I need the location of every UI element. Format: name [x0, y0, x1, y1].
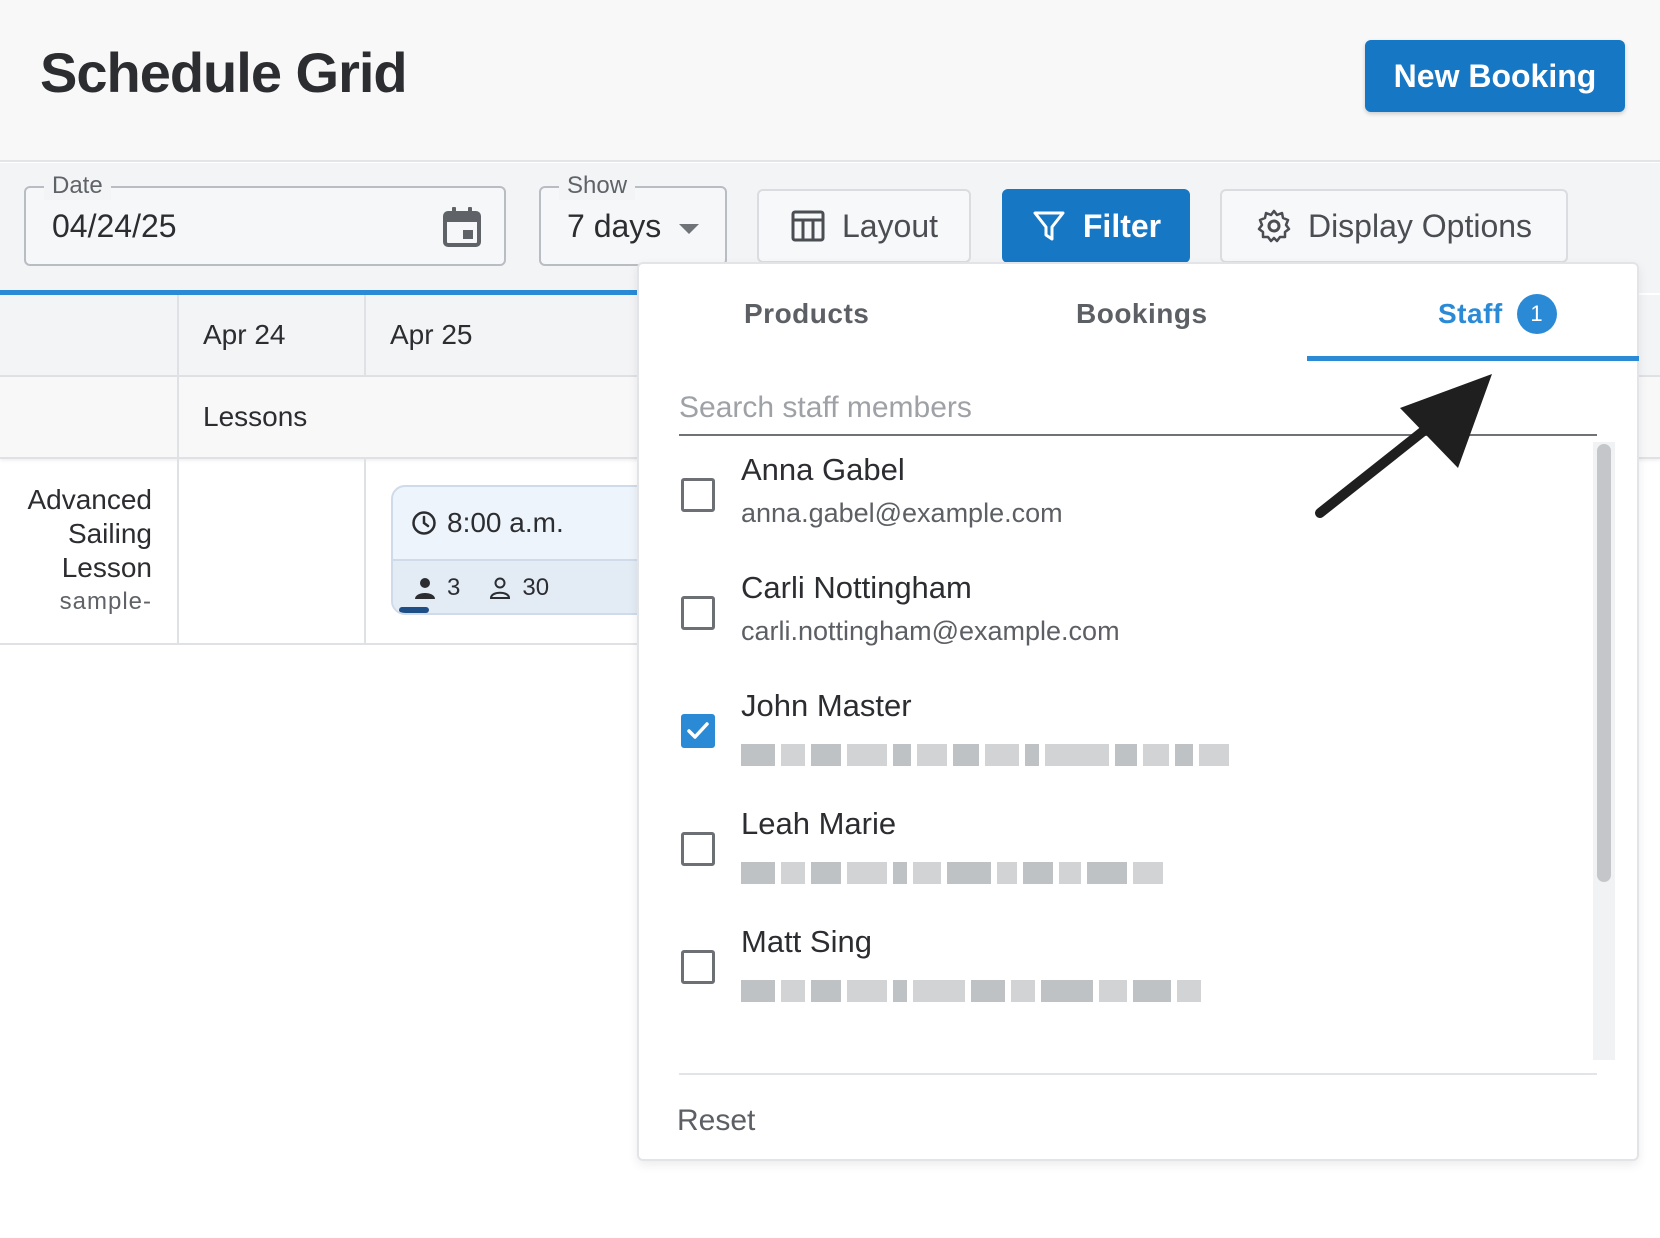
chevron-down-icon: [679, 224, 699, 234]
display-options-button[interactable]: Display Options: [1220, 189, 1568, 263]
grid-divider: [177, 295, 179, 645]
filter-tabs: Products Bookings Staff 1: [639, 264, 1639, 362]
booked-count: 3: [413, 574, 460, 602]
annotation-arrow-icon: [1315, 374, 1492, 518]
scrollbar-thumb[interactable]: [1597, 444, 1611, 882]
grid-divider: [364, 459, 366, 645]
redacted-email: [741, 862, 1163, 884]
column-header-apr-25: Apr 25: [390, 319, 473, 350]
staff-email: carli.nottingham@example.com: [741, 616, 1120, 646]
staff-email: anna.gabel@example.com: [741, 498, 1063, 528]
staff-item-john-master[interactable]: John Master: [679, 678, 1559, 788]
show-legend: Show: [559, 172, 636, 200]
tab-staff[interactable]: Staff 1: [1438, 294, 1557, 334]
staff-item-carli-nottingham[interactable]: Carli Nottingham carli.nottingham@exampl…: [679, 560, 1559, 670]
filter-button[interactable]: Filter: [1002, 189, 1190, 263]
checkbox-checked[interactable]: [681, 714, 715, 748]
reset-button[interactable]: Reset: [677, 1104, 755, 1138]
page-header: Schedule Grid New Booking: [0, 0, 1660, 162]
layout-button[interactable]: Layout: [757, 189, 971, 263]
category-label: Lessons: [203, 401, 308, 432]
filter-icon: [1033, 211, 1065, 241]
event-card[interactable]: 8:00 a.m. 3 30: [391, 485, 651, 615]
checkbox[interactable]: [681, 832, 715, 866]
date-field[interactable]: Date 04/24/25: [24, 172, 506, 266]
tab-products[interactable]: Products: [744, 298, 869, 330]
event-accent-bar: [399, 607, 429, 613]
column-header-apr-24: Apr 24: [203, 319, 286, 350]
grid-divider: [364, 295, 366, 377]
date-value: 04/24/25: [52, 208, 177, 244]
clock-icon: [412, 511, 436, 535]
display-options-label: Display Options: [1307, 207, 1533, 244]
redacted-email: [741, 980, 1201, 1002]
active-tab-indicator: [1307, 356, 1639, 361]
staff-item-leah-marie[interactable]: Leah Marie: [679, 796, 1559, 906]
person-outline-icon: [490, 577, 511, 599]
tab-bookings[interactable]: Bookings: [1076, 298, 1208, 330]
product-sku: sample-: [59, 588, 152, 615]
staff-item-matt-sing[interactable]: Matt Sing: [679, 914, 1559, 1024]
staff-name: John Master: [741, 688, 912, 723]
layout-icon: [791, 210, 825, 242]
panel-divider: [679, 1073, 1597, 1075]
filter-label: Filter: [1082, 207, 1162, 244]
show-select[interactable]: Show 7 days: [539, 172, 727, 266]
date-legend: Date: [44, 172, 111, 200]
layout-label: Layout: [841, 207, 939, 244]
person-filled-icon: [415, 578, 435, 599]
staff-name: Matt Sing: [741, 924, 872, 959]
page-title: Schedule Grid: [40, 41, 408, 104]
row-divider: [0, 643, 640, 645]
checkbox[interactable]: [681, 950, 715, 984]
staff-name: Carli Nottingham: [741, 570, 972, 605]
product-name[interactable]: Advanced Sailing Lesson: [2, 483, 152, 585]
checkmark-icon: [687, 722, 709, 739]
show-value: 7 days: [567, 208, 662, 244]
calendar-icon[interactable]: [442, 206, 482, 248]
capacity-count: 30: [488, 574, 549, 602]
checkbox[interactable]: [681, 596, 715, 630]
redacted-email: [741, 744, 1229, 766]
gear-icon: [1257, 209, 1291, 243]
new-booking-button[interactable]: New Booking: [1365, 40, 1625, 112]
checkbox[interactable]: [681, 478, 715, 512]
staff-name: Leah Marie: [741, 806, 897, 841]
staff-count-badge: 1: [1516, 294, 1557, 334]
staff-name: Anna Gabel: [741, 452, 905, 487]
event-time: 8:00 a.m.: [447, 507, 564, 538]
